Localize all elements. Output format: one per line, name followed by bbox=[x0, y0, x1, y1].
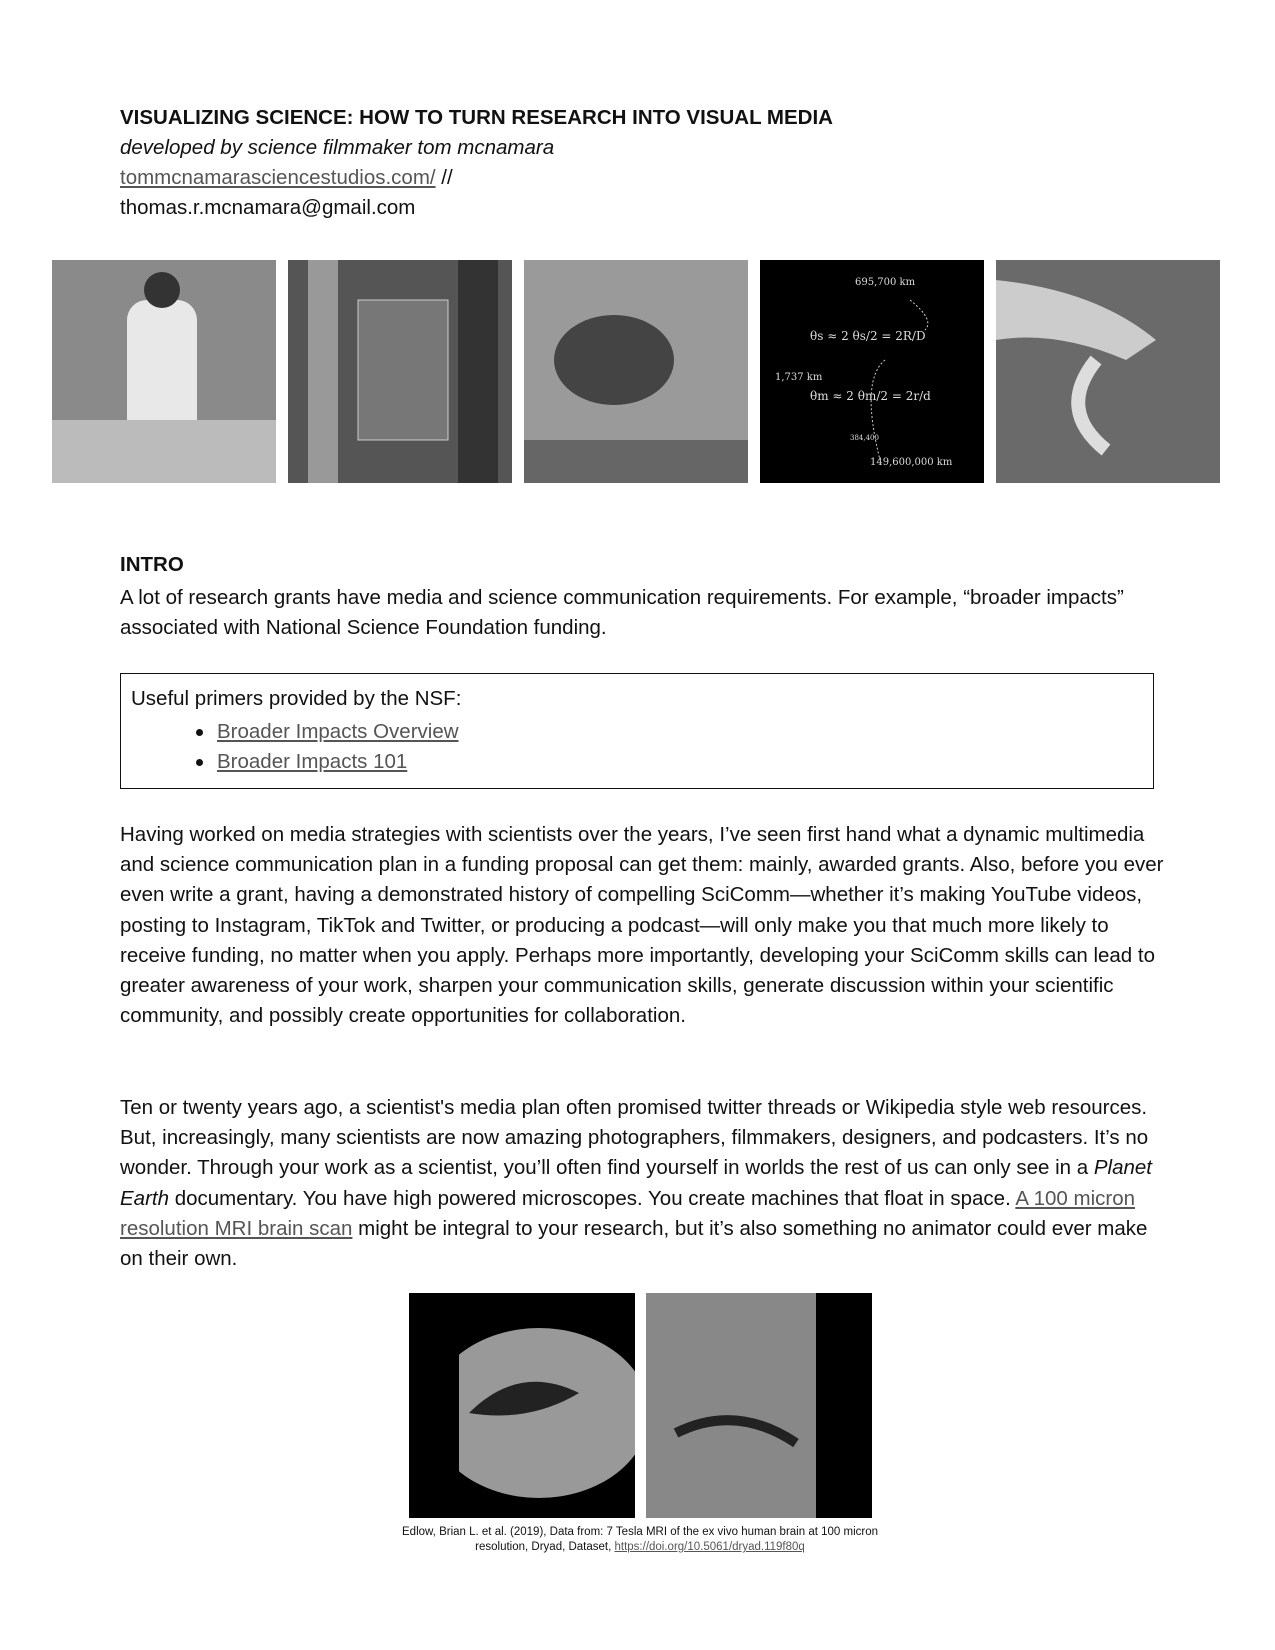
formula-label: 384,400 bbox=[850, 434, 879, 442]
broader-impacts-101-link[interactable]: Broader Impacts 101 bbox=[217, 750, 407, 773]
document-title: VISUALIZING SCIENCE: HOW TO TURN RESEARC… bbox=[120, 106, 833, 129]
intro-heading: INTRO bbox=[120, 553, 184, 576]
doi-link[interactable]: https://doi.org/10.5061/dryad.119f80q bbox=[615, 1541, 805, 1553]
formula-label: 695,700 km bbox=[855, 277, 916, 288]
paragraph: Ten or twenty years ago, a scientist's m… bbox=[120, 1093, 1165, 1274]
list-item: Broader Impacts 101 bbox=[131, 747, 1143, 777]
primers-list: Broader Impacts Overview Broader Impacts… bbox=[131, 717, 1143, 777]
primers-box: Useful primers provided by the NSF: Broa… bbox=[120, 673, 1154, 789]
image-sun-moon-formula: 695,700 km θs ≈ 2 θs/2 = 2R/D 1,737 km θ… bbox=[760, 260, 984, 483]
formula-label: 149,600,000 km bbox=[870, 457, 953, 468]
email: thomas.r.mcnamara@gmail.com bbox=[120, 196, 416, 219]
text: Ten or twenty years ago, a scientist's m… bbox=[120, 1096, 1149, 1180]
formula-label: 1,737 km bbox=[775, 372, 823, 383]
text: documentary. You have high powered micro… bbox=[169, 1186, 1016, 1210]
paragraph: Having worked on media strategies with s… bbox=[120, 823, 1164, 1028]
website-link[interactable]: tommcnamarasciencestudios.com/ bbox=[120, 166, 436, 189]
image-mri-brain-sagittal bbox=[409, 1293, 635, 1518]
broader-impacts-overview-link[interactable]: Broader Impacts Overview bbox=[217, 720, 459, 743]
image-caption: Edlow, Brian L. et al. (2019), Data from… bbox=[380, 1525, 900, 1555]
photo-underwater-seal bbox=[524, 260, 748, 483]
photo-lab-equipment bbox=[288, 260, 512, 483]
formula-label: θs ≈ 2 θs/2 = 2R/D bbox=[810, 329, 926, 343]
image-mri-brain-detail bbox=[646, 1293, 872, 1518]
subtitle: developed by science filmmaker tom mcnam… bbox=[120, 136, 555, 159]
photo-hand-with-specimen bbox=[996, 260, 1220, 483]
formula-label: θm ≈ 2 θm/2 = 2r/d bbox=[810, 389, 931, 403]
primers-heading: Useful primers provided by the NSF: bbox=[131, 687, 462, 710]
separator: // bbox=[435, 166, 453, 189]
intro-text: A lot of research grants have media and … bbox=[120, 586, 1124, 639]
website-line: tommcnamarasciencestudios.com/ // bbox=[120, 166, 453, 190]
photo-scientist-in-lab bbox=[52, 260, 276, 483]
list-item: Broader Impacts Overview bbox=[131, 717, 1143, 747]
